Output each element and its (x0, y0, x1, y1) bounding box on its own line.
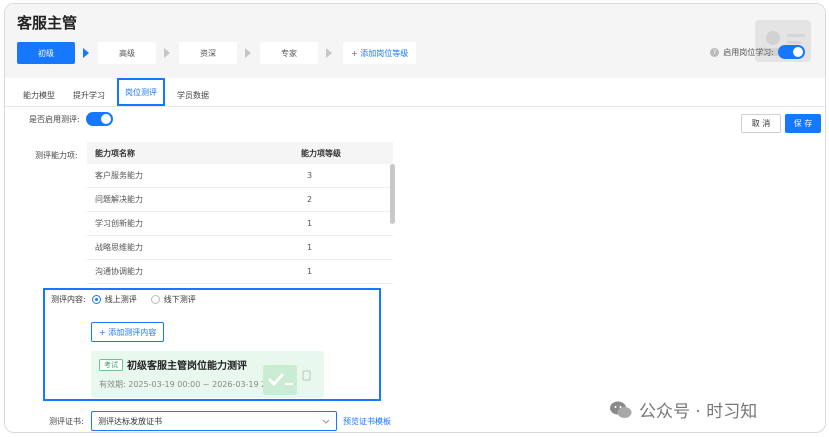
table-scrollbar[interactable] (390, 164, 395, 224)
column-header-name: 能力项名称 (95, 148, 135, 158)
table-row: 客户服务能力 3 (87, 164, 393, 188)
radio-offline[interactable]: 线下测评 (150, 294, 196, 305)
exam-validity: 有效期: 2025-03-19 00:00 ~ 2026-03-19 23:59 (99, 380, 285, 389)
question-icon[interactable]: ? (710, 47, 720, 57)
step-level-veteran[interactable]: 资深 (179, 42, 237, 64)
radio-offline-label: 线下测评 (163, 295, 196, 304)
tab-post-evaluation[interactable]: 岗位测评 (117, 78, 165, 106)
table-row: 问题解决能力 2 (87, 188, 393, 212)
page-header: 客服主管 初级 高级 资深 专家 + 添加岗位等级 ? 启用岗位学习: (5, 4, 825, 78)
certificate-select[interactable]: 测评达标发放证书 (91, 411, 337, 431)
chevron-down-icon (322, 419, 330, 424)
cell-ability-level: 3 (307, 171, 313, 180)
radio-checked-icon (91, 295, 101, 304)
step-level-expert[interactable]: 专家 (260, 42, 318, 64)
enable-post-learning: ? 启用岗位学习: (710, 45, 805, 59)
enable-evaluation-row: 是否启用测评: (29, 112, 113, 126)
step-arrow-icon (326, 48, 332, 58)
column-header-level: 能力项等级 (301, 148, 341, 158)
tab-improve-learning[interactable]: 提升学习 (67, 84, 111, 106)
exam-title: 初级客服主管岗位能力测评 (127, 361, 247, 372)
evaluation-content-label: 测评内容: (51, 295, 86, 304)
cell-ability-name: 沟通协调能力 (95, 267, 143, 276)
level-steps: 初级 高级 资深 专家 + 添加岗位等级 (17, 42, 417, 64)
table-row: 学习创新能力 1 (87, 212, 393, 236)
tab-ability-model[interactable]: 能力模型 (17, 84, 61, 106)
cell-ability-level: 1 (307, 243, 313, 252)
cell-ability-level: 1 (307, 219, 313, 228)
id-card-decoration-icon (755, 20, 811, 62)
step-level-senior[interactable]: 高级 (98, 42, 156, 64)
exam-checklist-icon (263, 365, 311, 395)
preview-certificate-link[interactable]: 预览证书模板 (343, 416, 391, 427)
step-arrow-icon (245, 48, 251, 58)
radio-online[interactable]: 线上测评 (91, 294, 137, 305)
enable-post-toggle[interactable] (778, 45, 805, 59)
table-header: 能力项名称 能力项等级 (87, 142, 393, 164)
cancel-button[interactable]: 取 消 (741, 114, 781, 133)
enable-post-label: 启用岗位学习: (723, 47, 774, 57)
cell-ability-name: 问题解决能力 (95, 195, 143, 204)
cell-ability-name: 学习创新能力 (95, 219, 143, 228)
step-level-junior[interactable]: 初级 (17, 42, 75, 64)
enable-evaluation-toggle[interactable] (85, 112, 113, 126)
step-arrow-icon (164, 48, 170, 58)
enable-evaluation-label: 是否启用测评: (29, 114, 80, 124)
watermark: 公众号 · 时习知 (609, 397, 757, 422)
cell-ability-name: 战略思维能力 (95, 243, 143, 252)
tab-student-data[interactable]: 学员数据 (171, 84, 215, 106)
certificate-selected-value: 测评达标发放证书 (98, 416, 162, 426)
wechat-icon (610, 401, 632, 418)
cell-ability-name: 客户服务能力 (95, 171, 143, 180)
radio-unchecked-icon (150, 295, 160, 304)
add-evaluation-content-button[interactable]: + 添加测评内容 (91, 322, 165, 342)
ability-table: 能力项名称 能力项等级 客户服务能力 3 问题解决能力 2 学习创新能力 1 战… (87, 142, 393, 284)
step-arrow-icon (83, 48, 89, 58)
watermark-text: 公众号 · 时习知 (639, 402, 758, 422)
radio-online-label: 线上测评 (104, 295, 137, 304)
certificate-label: 测评证书: (49, 417, 84, 426)
exam-tag: 考试 (99, 359, 123, 371)
cell-ability-level: 2 (307, 195, 313, 204)
app-frame: 客服主管 初级 高级 资深 专家 + 添加岗位等级 ? 启用岗位学习: 能力模型 (4, 3, 826, 433)
add-level-button[interactable]: + 添加岗位等级 (343, 42, 417, 64)
exam-card[interactable]: 考试 初级客服主管岗位能力测评 有效期: 2025-03-19 00:00 ~ … (91, 351, 324, 398)
page-title: 客服主管 (17, 14, 78, 32)
cell-ability-level: 1 (307, 267, 313, 276)
table-row: 沟通协调能力 1 (87, 260, 393, 284)
evaluation-content-row: 测评内容: 线上测评 线下测评 (51, 294, 210, 305)
save-button[interactable]: 保 存 (785, 114, 821, 133)
table-row: 战略思维能力 1 (87, 236, 393, 260)
tab-bar: 能力模型 提升学习 岗位测评 学员数据 (17, 78, 221, 106)
ability-items-label: 测评能力项: (35, 151, 78, 160)
tab-divider (5, 106, 825, 107)
